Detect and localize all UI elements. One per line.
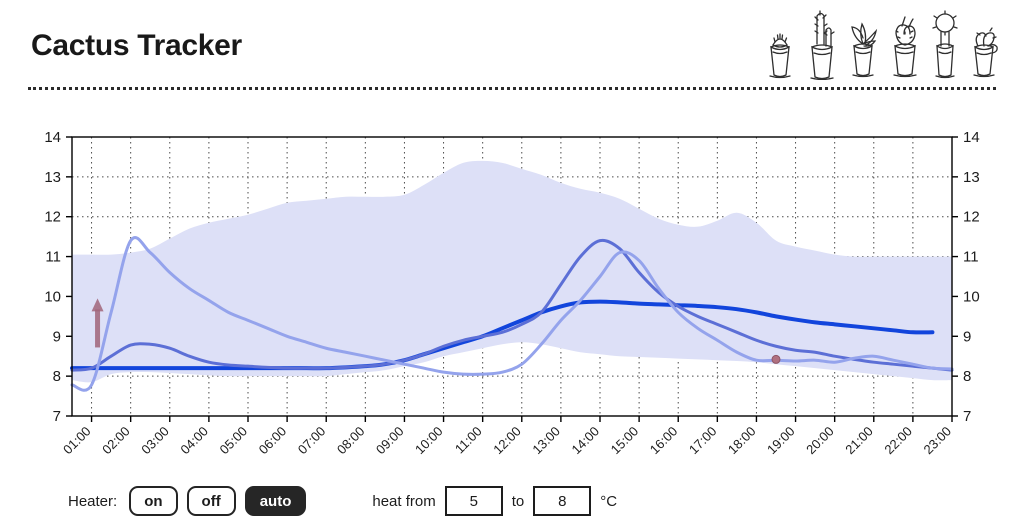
y-tick-label: 14: [44, 129, 61, 146]
y-tick-label: 10: [963, 288, 980, 305]
app-root: Cactus Tracker 7 8 9 10 11 12 13 14 7 8 …: [0, 0, 1024, 530]
x-tick-label: 07:00: [295, 424, 329, 458]
x-tick-label: 23:00: [921, 424, 955, 458]
cactus-barrel-icon: [769, 33, 791, 79]
cactus-column-icon: [810, 10, 835, 80]
x-tick-label: 01:00: [60, 424, 94, 458]
x-tick-label: 06:00: [256, 424, 290, 458]
x-tick-label: 04:00: [177, 424, 211, 458]
y-tick-label: 14: [963, 129, 980, 146]
event-marker: [771, 354, 781, 364]
cactus-illustration-strip: [762, 8, 1002, 80]
y-tick-label: 7: [963, 408, 971, 425]
x-tick-label: 03:00: [138, 424, 172, 458]
page-title: Cactus Tracker: [31, 29, 242, 62]
chart-band-forecast-range: [72, 160, 952, 383]
x-tick-label: 10:00: [412, 424, 446, 458]
y-tick-label: 9: [963, 328, 971, 345]
heat-from-label: heat from: [372, 492, 436, 510]
x-tick-label: 05:00: [217, 424, 251, 458]
x-tick-label: 08:00: [334, 424, 368, 458]
x-tick-label: 16:00: [647, 424, 681, 458]
y-tick-label: 9: [53, 328, 61, 345]
heater-label: Heater:: [68, 492, 118, 510]
x-tick-label: 18:00: [725, 424, 759, 458]
x-tick-label: 21:00: [842, 424, 876, 458]
cactus-ball-icon: [932, 10, 958, 79]
page-header: Cactus Tracker: [0, 0, 1024, 92]
chart-canvas: 7 8 9 10 11 12 13 14 7 8 9 10 11 12 13 14 01:00 02:00 03…: [44, 129, 980, 458]
y-tick-label: 7: [53, 408, 61, 425]
heat-range-group: heat from to °C: [363, 486, 626, 516]
heat-to-input[interactable]: [533, 486, 592, 516]
x-tick-label: 20:00: [803, 424, 837, 458]
heater-mode-on-button[interactable]: on: [129, 486, 178, 516]
x-tick-label: 02:00: [99, 424, 133, 458]
y-tick-label: 10: [44, 288, 61, 305]
x-tick-label: 15:00: [608, 424, 642, 458]
x-tick-label: 09:00: [373, 424, 407, 458]
y-tick-label: 11: [963, 249, 979, 266]
chart-y-axis-left: 7 8 9 10 11 12 13 14: [44, 129, 61, 425]
x-tick-label: 19:00: [764, 424, 798, 458]
temperature-unit-label: °C: [600, 492, 618, 510]
y-tick-label: 11: [45, 249, 61, 266]
temperature-chart: 7 8 9 10 11 12 13 14 7 8 9 10 11 12 13 14 01:00 02:00 03…: [0, 120, 1024, 470]
header-divider: [28, 87, 996, 90]
heater-mode-group: Heater: on off auto: [68, 486, 315, 516]
x-tick-label: 12:00: [490, 424, 524, 458]
cactus-aloe-icon: [851, 22, 878, 78]
heater-mode-auto-button[interactable]: auto: [244, 486, 307, 516]
heater-mode-off-button[interactable]: off: [186, 486, 236, 516]
heat-to-label: to: [511, 492, 525, 510]
y-tick-label: 12: [44, 209, 61, 226]
y-tick-label: 13: [963, 169, 980, 186]
y-tick-label: 13: [44, 169, 61, 186]
cactus-paddle-icon: [893, 16, 917, 78]
x-tick-label: 17:00: [686, 424, 720, 458]
x-tick-label: 11:00: [452, 424, 485, 457]
heat-from-input[interactable]: [444, 486, 503, 516]
controls-bar: Heater: on off auto heat from to °C: [0, 478, 1024, 524]
cactus-cluster-icon: [973, 27, 998, 78]
x-tick-label: 22:00: [881, 424, 915, 458]
y-tick-label: 8: [53, 368, 61, 385]
x-tick-label: 14:00: [569, 424, 603, 458]
chart-x-axis: 01:00 02:00 03:00 04:00 05:00 06:00 07:00 08:00…: [60, 424, 954, 458]
y-tick-label: 8: [963, 368, 971, 385]
chart-y-axis-right: 7 8 9 10 11 12 13 14: [963, 129, 980, 425]
x-tick-label: 13:00: [529, 424, 563, 458]
y-tick-label: 12: [963, 209, 980, 226]
